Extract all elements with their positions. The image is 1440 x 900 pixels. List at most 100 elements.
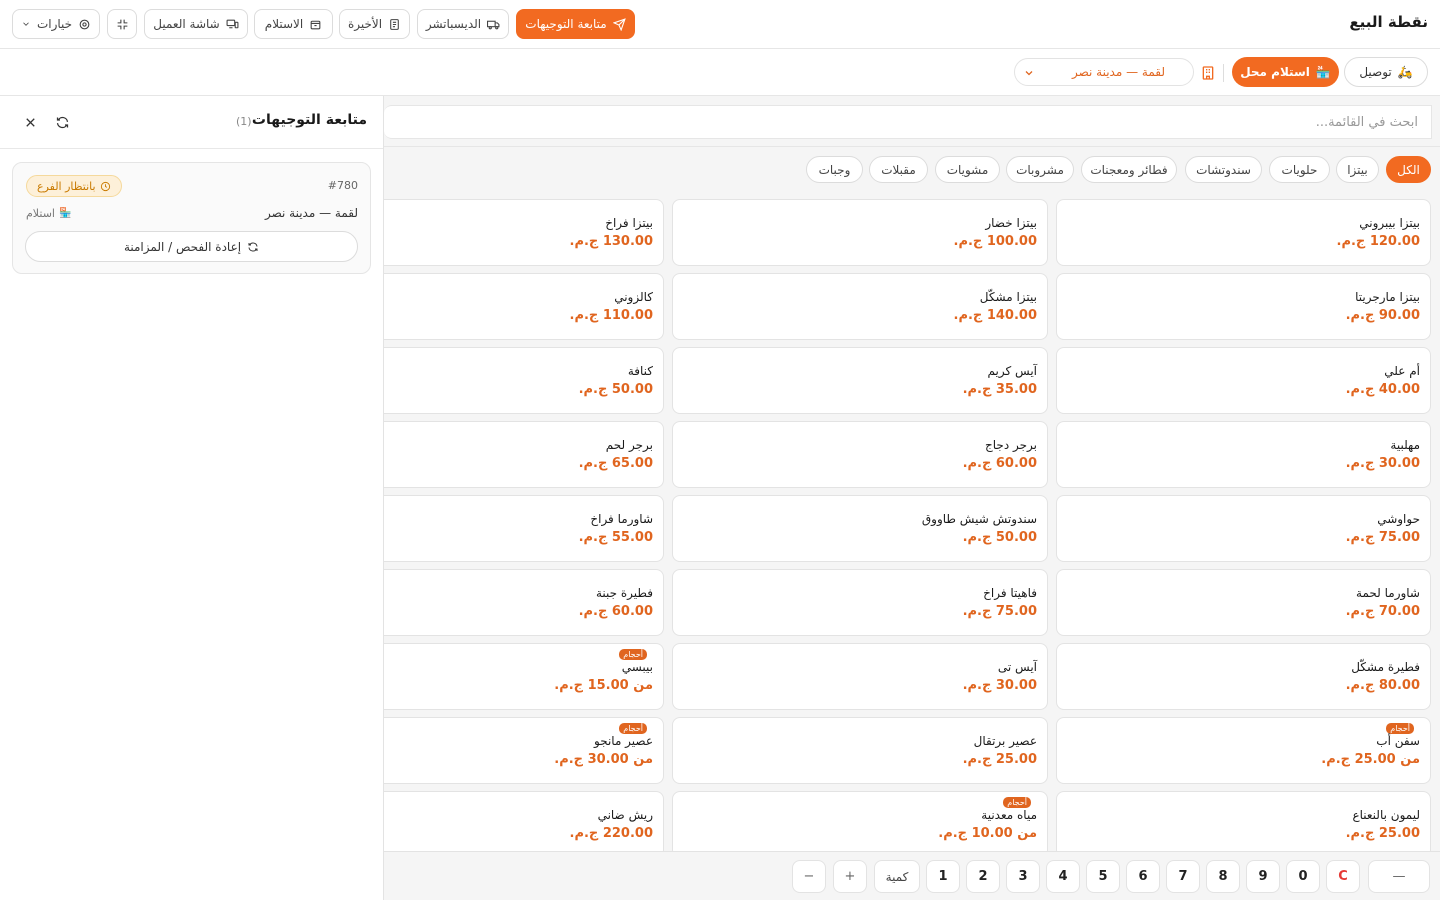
menu-item-name: آيس تى: [997, 660, 1037, 674]
panel-header: متابعة التوجيهات (1): [0, 96, 383, 149]
menu-item-name: كالزوني: [614, 290, 653, 304]
menu-item-card[interactable]: كنافة 50.00 ج.م.: [384, 347, 664, 414]
routing-tracking-button[interactable]: متابعة التوجيهات: [516, 9, 635, 39]
category-sandwiches[interactable]: سندوتشات: [1185, 156, 1262, 183]
menu-item-name: بيتزا خضار: [985, 216, 1037, 230]
menu-item-card[interactable]: بيتزا فراخ 130.00 ج.م.: [384, 199, 664, 266]
store-pickup-button[interactable]: 🏪 استلام محل: [1232, 57, 1339, 87]
branch-select[interactable]: لقمة — مدينة نصر: [1014, 58, 1194, 86]
menu-item-name: سندوتش شيش طاووق: [921, 512, 1037, 526]
menu-item-price: 50.00 ج.م.: [578, 382, 653, 397]
menu-item-card[interactable]: آيس تى 30.00 ج.م.: [672, 643, 1048, 710]
digit-key-1[interactable]: 1: [926, 860, 960, 893]
close-button[interactable]: [19, 111, 41, 133]
backspace-key[interactable]: —: [1368, 860, 1430, 893]
menu-item-card[interactable]: آيس كريم 35.00 ج.م.: [672, 347, 1048, 414]
collapse-icon: [117, 19, 127, 29]
digit-key-5[interactable]: 5: [1086, 860, 1120, 893]
category-pizza[interactable]: بيتزا: [1336, 156, 1379, 183]
category-pastries[interactable]: فطائر ومعجنات: [1081, 156, 1177, 183]
menu-item-card[interactable]: بيتزا بيبروني 120.00 ج.م.: [1056, 199, 1431, 266]
menu-item-card[interactable]: بيتزا مشكّل 140.00 ج.م.: [672, 273, 1048, 340]
menu-search-input[interactable]: ابحث في القائمة...: [384, 105, 1432, 139]
category-meals[interactable]: وجبات: [806, 156, 863, 183]
digit-key-2[interactable]: 2: [966, 860, 1000, 893]
digit-key-9[interactable]: 9: [1246, 860, 1280, 893]
customer-screen-button[interactable]: شاشة العميل: [144, 9, 248, 39]
pickup-button[interactable]: الاستلام: [254, 9, 333, 39]
menu-item-card[interactable]: فطيرة جبنة 60.00 ج.م.: [384, 569, 664, 636]
dispatcher-button[interactable]: الديسباتشر: [417, 9, 509, 39]
digit-key-8[interactable]: 8: [1206, 860, 1240, 893]
menu-item-name: مياه معدنية: [981, 808, 1037, 822]
recheck-sync-button[interactable]: إعادة الفحص / المزامنة: [25, 231, 358, 262]
digit-key-6[interactable]: 6: [1126, 860, 1160, 893]
menu-item-card[interactable]: بيتزا مارجريتا 90.00 ج.م.: [1056, 273, 1431, 340]
store-icon: 🏪: [58, 208, 72, 219]
menu-item-card[interactable]: أحجام سفن أب من 25.00 ج.م.: [1056, 717, 1431, 784]
document-icon: [390, 18, 399, 30]
menu-item-card[interactable]: حواوشي 75.00 ج.م.: [1056, 495, 1431, 562]
menu-item-card[interactable]: أحجام بيبسي من 15.00 ج.م.: [384, 643, 664, 710]
menu-item-card[interactable]: مهلبية 30.00 ج.م.: [1056, 421, 1431, 488]
menu-item-card[interactable]: كالزوني 110.00 ج.م.: [384, 273, 664, 340]
digit-key-3[interactable]: 3: [1006, 860, 1040, 893]
digit-key-7[interactable]: 7: [1166, 860, 1200, 893]
category-desserts[interactable]: حلويات: [1269, 156, 1330, 183]
category-grills[interactable]: مشويات: [935, 156, 1000, 183]
menu-item-name: ليمون بالنعناع: [1352, 808, 1420, 822]
clear-key[interactable]: C: [1326, 860, 1360, 893]
panel-count: (1): [236, 115, 252, 128]
menu-item-price: 90.00 ج.م.: [1345, 308, 1420, 323]
menu-item-price: 50.00 ج.م.: [962, 530, 1037, 545]
order-number: #780: [327, 179, 358, 192]
digit-key-0[interactable]: 0: [1286, 860, 1320, 893]
category-appetizers[interactable]: مقبلات: [869, 156, 928, 183]
menu-item-card[interactable]: بيتزا خضار 100.00 ج.م.: [672, 199, 1048, 266]
menu-item-card[interactable]: فطيرة مشكّل 80.00 ج.م.: [1056, 643, 1431, 710]
category-drinks[interactable]: مشروبات: [1006, 156, 1074, 183]
menu-item-card[interactable]: برجر دجاج 60.00 ج.م.: [672, 421, 1048, 488]
menu-item-price: 25.00 ج.م.: [962, 752, 1037, 767]
menu-item-price: 65.00 ج.م.: [578, 456, 653, 471]
send-icon: [612, 17, 626, 31]
routing-order-card[interactable]: #780 بانتظار الفرع لقمة — مدينة نصر 🏪 اس…: [12, 162, 371, 274]
page-title: نقطة البيع: [1349, 13, 1428, 31]
menu-item-card[interactable]: عصير برتقال 25.00 ج.م.: [672, 717, 1048, 784]
recent-orders-button[interactable]: الأخيرة: [339, 9, 410, 39]
sizes-badge: أحجام: [1386, 723, 1414, 734]
menu-item-price: 30.00 ج.م.: [962, 678, 1037, 693]
monitor-icon: [226, 19, 239, 28]
digit-key-4[interactable]: 4: [1046, 860, 1080, 893]
menu-item-price: 60.00 ج.م.: [962, 456, 1037, 471]
menu-item-card[interactable]: أحجام مياه معدنية من 10.00 ج.م.: [672, 791, 1048, 858]
menu-item-name: فطيرة مشكّل: [1351, 660, 1420, 674]
menu-item-card[interactable]: فاهيتا فراخ 75.00 ج.م.: [672, 569, 1048, 636]
category-all[interactable]: الكل: [1386, 156, 1431, 183]
sizes-badge: أحجام: [1003, 797, 1031, 808]
menu-item-price: 30.00 ج.م.: [1345, 456, 1420, 471]
plus-key[interactable]: +: [833, 860, 867, 893]
menu-item-price: 140.00 ج.م.: [953, 308, 1037, 323]
menu-item-price: من 25.00 ج.م.: [1321, 752, 1420, 767]
menu-item-name: شاورما لحمة: [1356, 586, 1420, 600]
menu-item-card[interactable]: أم علي 40.00 ج.م.: [1056, 347, 1431, 414]
menu-item-name: عصير برتقال: [973, 734, 1037, 748]
menu-item-price: من 10.00 ج.م.: [938, 826, 1037, 841]
menu-item-card[interactable]: شاورما لحمة 70.00 ج.م.: [1056, 569, 1431, 636]
menu-item-card[interactable]: سندوتش شيش طاووق 50.00 ج.م.: [672, 495, 1048, 562]
options-dropdown[interactable]: خيارات: [12, 9, 100, 39]
menu-item-card[interactable]: شاورما فراخ 55.00 ج.م.: [384, 495, 664, 562]
menu-item-card[interactable]: برجر لحم 65.00 ج.م.: [384, 421, 664, 488]
collapse-button[interactable]: [107, 9, 137, 39]
menu-item-price: 35.00 ج.م.: [962, 382, 1037, 397]
menu-item-card[interactable]: ليمون بالنعناع 25.00 ج.م.: [1056, 791, 1431, 858]
minus-key[interactable]: −: [792, 860, 826, 893]
delivery-button[interactable]: 🛵 توصيل: [1344, 57, 1428, 87]
quantity-key[interactable]: كمية: [874, 860, 920, 893]
menu-item-price: 220.00 ج.م.: [569, 826, 653, 841]
refresh-button[interactable]: [51, 111, 73, 133]
menu-item-price: 130.00 ج.م.: [569, 234, 653, 249]
menu-item-card[interactable]: أحجام عصير مانجو من 30.00 ج.م.: [384, 717, 664, 784]
menu-item-card[interactable]: ريش ضاني 220.00 ج.م.: [384, 791, 664, 858]
